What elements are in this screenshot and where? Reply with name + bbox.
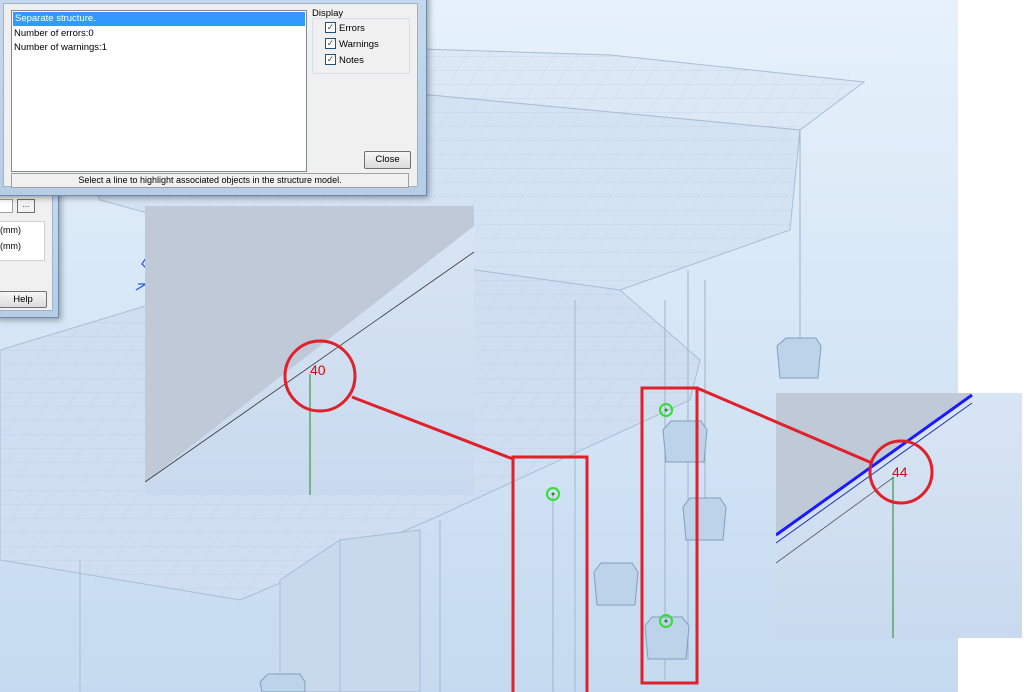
- browse-button[interactable]: ...: [17, 199, 35, 213]
- zoom-left-drawing: [145, 206, 474, 495]
- checkbox-check-icon[interactable]: ✓: [325, 21, 336, 33]
- message-item[interactable]: Number of warnings:1: [12, 41, 306, 55]
- display-options-group: Display ✓ Errors ✓ Warnings ✓ Notes: [312, 8, 410, 74]
- value-field[interactable]: [0, 199, 13, 213]
- warnings-label: Warnings: [339, 39, 379, 50]
- help-button[interactable]: Help: [0, 291, 47, 308]
- unit-row: (mm): [0, 225, 21, 235]
- zoom-right-drawing: [776, 393, 973, 638]
- errors-checkbox[interactable]: ✓ Errors: [325, 21, 365, 36]
- status-bar: Select a line to highlight associated ob…: [11, 173, 409, 188]
- close-button[interactable]: Close: [364, 151, 411, 169]
- notes-label: Notes: [339, 55, 364, 66]
- errors-label: Errors: [339, 23, 365, 34]
- unit-row: (mm): [0, 241, 21, 251]
- message-item[interactable]: Separate structure.: [13, 12, 305, 26]
- background-dialog: ... (mm) (mm) Help: [0, 190, 59, 318]
- notes-checkbox[interactable]: ✓ Notes: [325, 53, 364, 68]
- zoom-callout-left: 40: [145, 206, 474, 495]
- zoom-callout-right: 44: [776, 393, 1022, 638]
- display-options-box: ✓ Errors ✓ Warnings ✓ Notes: [312, 18, 410, 74]
- background-dialog-body: ... (mm) (mm) Help: [0, 191, 53, 311]
- dialog-body: Separate structure. Number of errors:0 N…: [3, 3, 418, 188]
- verification-results-dialog: Separate structure. Number of errors:0 N…: [0, 0, 427, 196]
- units-box: (mm) (mm): [0, 221, 45, 261]
- message-list[interactable]: Separate structure. Number of errors:0 N…: [11, 10, 307, 172]
- checkbox-check-icon[interactable]: ✓: [325, 37, 336, 49]
- node-label-44: 44: [892, 464, 908, 480]
- message-item[interactable]: Number of errors:0: [12, 27, 306, 41]
- warnings-checkbox[interactable]: ✓ Warnings: [325, 37, 379, 52]
- node-label-40: 40: [310, 362, 326, 378]
- checkbox-check-icon[interactable]: ✓: [325, 53, 336, 65]
